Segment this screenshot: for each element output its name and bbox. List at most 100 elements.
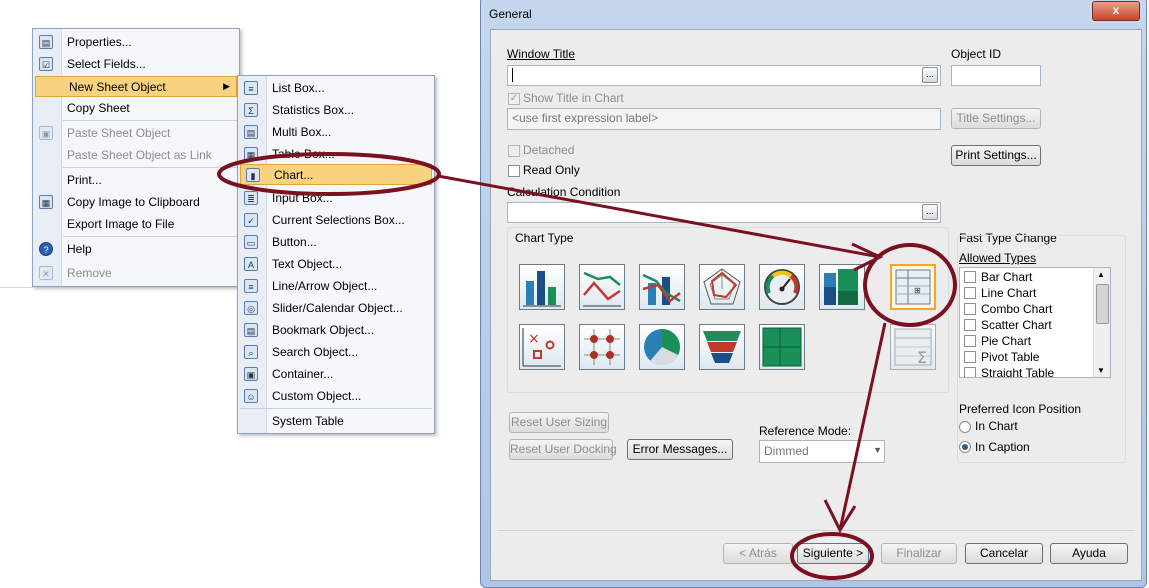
current-selections-icon: ✓ xyxy=(244,213,258,227)
chart-type-funnel[interactable] xyxy=(699,324,745,370)
submenu-item-chart[interactable]: ▮ Chart... xyxy=(240,164,432,185)
menu-item-select-fields[interactable]: ☑ Select Fields... xyxy=(34,54,238,75)
menu-item-properties[interactable]: ▤ Properties... xyxy=(34,32,238,53)
read-only-label: Read Only xyxy=(523,163,580,177)
submenu-item-button[interactable]: ▭ Button... xyxy=(239,232,433,253)
error-messages-button[interactable]: Error Messages... xyxy=(627,439,733,460)
chevron-down-icon: ▼ xyxy=(873,445,882,455)
chart-type-pivot-table[interactable]: ⊞ xyxy=(890,264,936,310)
allowed-type-checkbox[interactable] xyxy=(964,335,976,347)
list-box-icon: ≡ xyxy=(244,81,258,95)
chart-type-scatter[interactable]: × xyxy=(519,324,565,370)
calc-condition-expression-button[interactable]: ... xyxy=(922,204,938,220)
submenu-item-search[interactable]: ⌕ Search Object... xyxy=(239,342,433,363)
chart-type-combo[interactable] xyxy=(639,264,685,310)
chart-type-pie[interactable] xyxy=(639,324,685,370)
svg-text:×: × xyxy=(528,331,540,347)
chart-type-block[interactable] xyxy=(759,324,805,370)
allowed-type-checkbox[interactable] xyxy=(964,287,976,299)
allowed-type-checkbox[interactable] xyxy=(964,351,976,363)
menu-item-help[interactable]: ? Help xyxy=(34,239,238,260)
title-settings-button[interactable]: Title Settings... xyxy=(951,108,1041,129)
submenu-item-table-box[interactable]: ▦ Table Box... xyxy=(239,144,433,165)
chart-type-grid[interactable] xyxy=(579,324,625,370)
submenu-item-input-box[interactable]: ≣ Input Box... xyxy=(239,188,433,209)
line-chart-icon xyxy=(583,271,621,307)
submenu-item-line-arrow[interactable]: ≡ Line/Arrow Object... xyxy=(239,276,433,297)
bookmark-icon: ▤ xyxy=(244,323,258,337)
close-button[interactable]: x xyxy=(1092,1,1140,21)
statistics-box-icon: Σ xyxy=(244,103,258,117)
input-box-icon: ≣ xyxy=(244,191,258,205)
multi-box-icon: ▤ xyxy=(244,125,258,139)
chart-type-radar[interactable] xyxy=(699,264,745,310)
submenu-item-slider-calendar[interactable]: ◎ Slider/Calendar Object... xyxy=(239,298,433,319)
submenu-item-custom-object[interactable]: ☺ Custom Object... xyxy=(239,386,433,407)
finish-button[interactable]: Finalizar xyxy=(881,543,957,564)
select-fields-icon: ☑ xyxy=(39,57,53,71)
menu-item-copy-image[interactable]: ▦ Copy Image to Clipboard xyxy=(34,192,238,213)
menu-item-new-sheet-object[interactable]: New Sheet Object ▶ xyxy=(35,76,237,97)
reset-user-sizing-button[interactable]: Reset User Sizing xyxy=(509,412,609,433)
menu-item-copy-sheet[interactable]: Copy Sheet xyxy=(34,98,238,119)
help-button[interactable]: Ayuda xyxy=(1050,543,1128,564)
scatter-chart-icon: × xyxy=(522,328,561,367)
menu-item-print[interactable]: Print... xyxy=(34,170,238,191)
object-id-input[interactable] xyxy=(951,65,1041,86)
show-title-checkbox[interactable]: ✓ xyxy=(508,93,520,105)
background-line xyxy=(0,287,34,288)
show-title-label: Show Title in Chart xyxy=(523,91,624,105)
scroll-thumb[interactable] xyxy=(1096,284,1109,324)
reference-mode-select[interactable]: Dimmed ▼ xyxy=(759,440,885,463)
menu-item-paste-as-link[interactable]: Paste Sheet Object as Link xyxy=(34,145,238,166)
chart-type-line[interactable] xyxy=(579,264,625,310)
allowed-types-scrollbar[interactable]: ▲ ▼ xyxy=(1093,268,1110,377)
scroll-up-icon[interactable]: ▲ xyxy=(1097,270,1105,279)
cancel-button[interactable]: Cancelar xyxy=(965,543,1043,564)
pie-chart-icon xyxy=(644,329,680,366)
submenu-item-list-box[interactable]: ≡ List Box... xyxy=(239,78,433,99)
submenu-arrow-icon: ▶ xyxy=(223,81,230,91)
back-button[interactable]: < Atrás xyxy=(723,543,793,564)
calc-condition-input[interactable] xyxy=(507,202,941,223)
chart-type-label: Chart Type xyxy=(515,231,574,245)
window-title-input[interactable] xyxy=(507,65,941,86)
allowed-types-list[interactable]: Bar Chart Line Chart Combo Chart Scatter… xyxy=(959,267,1111,378)
allowed-type-checkbox[interactable] xyxy=(964,367,976,377)
allowed-types-label: Allowed Types xyxy=(959,251,1037,265)
menu-item-paste-sheet-object[interactable]: ▣ Paste Sheet Object xyxy=(34,123,238,144)
scroll-down-icon[interactable]: ▼ xyxy=(1097,366,1105,375)
detached-checkbox[interactable] xyxy=(508,145,520,157)
read-only-checkbox[interactable] xyxy=(508,165,520,177)
submenu-item-current-selections[interactable]: ✓ Current Selections Box... xyxy=(239,210,433,231)
submenu-item-system-table[interactable]: System Table xyxy=(239,411,433,432)
next-button[interactable]: Siguiente > xyxy=(797,543,869,564)
chart-icon: ▮ xyxy=(246,168,260,182)
table-box-icon: ▦ xyxy=(244,147,258,161)
title-text-input[interactable]: <use first expression label> xyxy=(507,108,941,130)
chart-type-mekko[interactable] xyxy=(819,264,865,310)
menu-item-remove[interactable]: ✕ Remove xyxy=(34,263,238,284)
search-icon: ⌕ xyxy=(244,345,258,359)
submenu-item-bookmark[interactable]: ▤ Bookmark Object... xyxy=(239,320,433,341)
submenu-item-container[interactable]: ▣ Container... xyxy=(239,364,433,385)
clipboard-icon: ▦ xyxy=(39,195,53,209)
chart-type-gauge[interactable] xyxy=(759,264,805,310)
footer-divider xyxy=(497,530,1135,531)
submenu-item-statistics-box[interactable]: Σ Statistics Box... xyxy=(239,100,433,121)
text-object-icon: A xyxy=(244,257,258,271)
reset-user-docking-button[interactable]: Reset User Docking xyxy=(509,439,617,460)
submenu-item-text-object[interactable]: A Text Object... xyxy=(239,254,433,275)
chart-type-bar[interactable] xyxy=(519,264,565,310)
allowed-type-checkbox[interactable] xyxy=(964,319,976,331)
chart-type-straight-table[interactable]: Σ xyxy=(890,324,936,370)
allowed-type-checkbox[interactable] xyxy=(964,271,976,283)
svg-text:Σ: Σ xyxy=(917,348,927,367)
print-settings-button[interactable]: Print Settings... xyxy=(951,145,1041,166)
submenu-item-multi-box[interactable]: ▤ Multi Box... xyxy=(239,122,433,143)
allowed-type-checkbox[interactable] xyxy=(964,303,976,315)
in-chart-radio[interactable] xyxy=(959,421,971,433)
in-caption-radio[interactable] xyxy=(959,441,971,453)
menu-item-export-image[interactable]: Export Image to File xyxy=(34,214,238,235)
window-title-expression-button[interactable]: ... xyxy=(922,67,938,83)
